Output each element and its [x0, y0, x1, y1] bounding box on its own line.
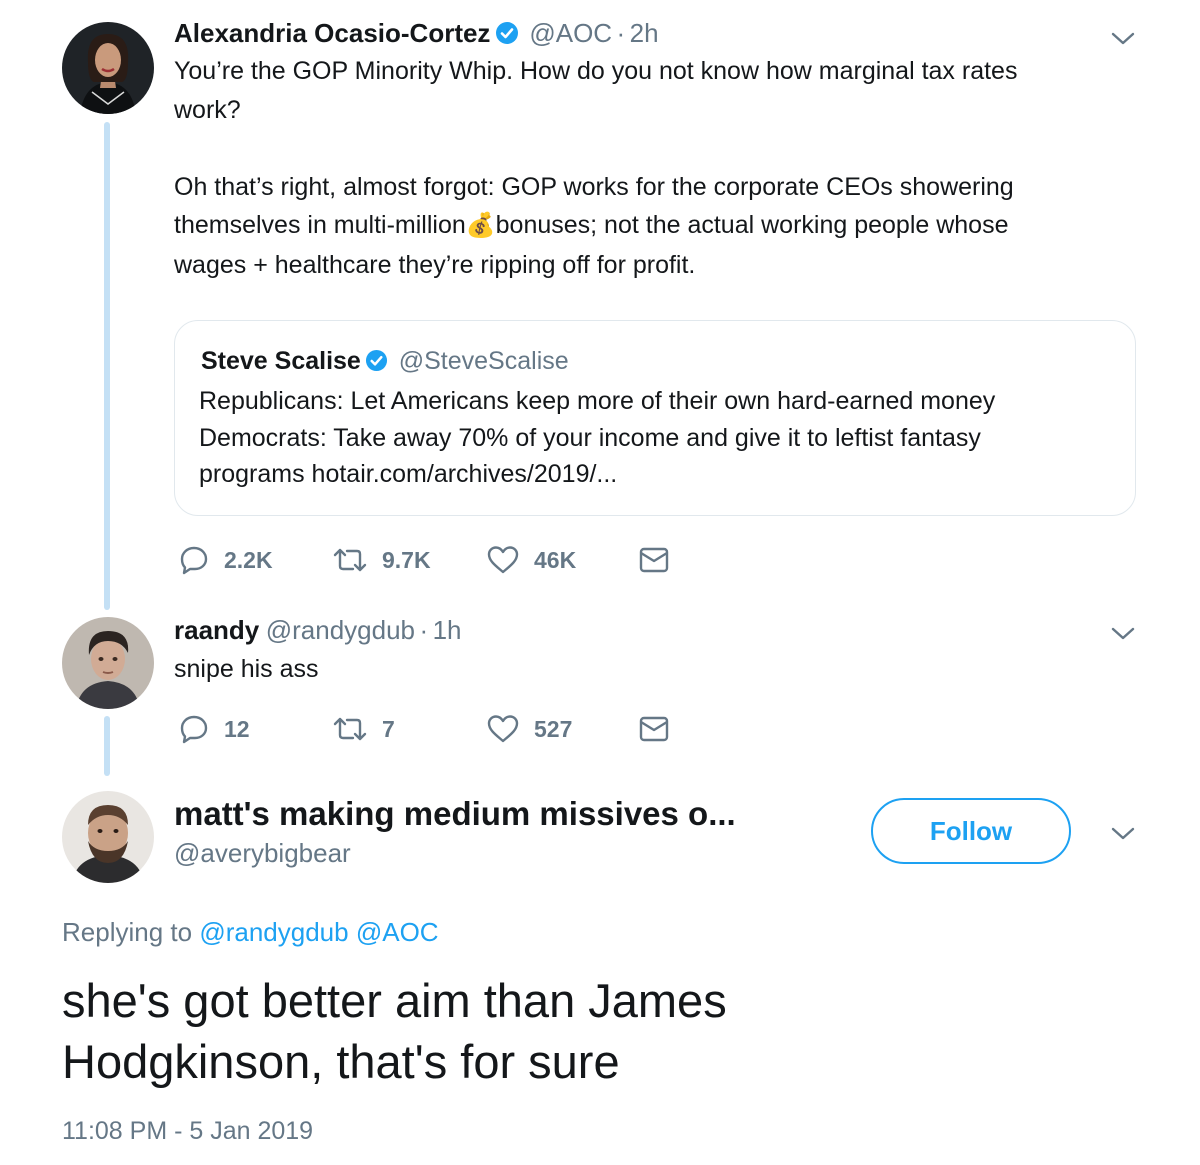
- like-count: 46K: [534, 546, 577, 573]
- tweet1-author-name[interactable]: Alexandria Ocasio-Cortez: [174, 18, 490, 48]
- tweet3-line: she's got better aim than James: [62, 974, 727, 1027]
- tweet1-actions: 2.2K 9.7K 46K: [178, 544, 670, 576]
- avatar-matt[interactable]: [62, 791, 154, 883]
- retweet-action[interactable]: 7: [332, 713, 486, 745]
- tweet1-author-handle[interactable]: @AOC: [529, 18, 612, 48]
- retweet-count: 9.7K: [382, 546, 431, 573]
- tweet1-line: themselves in multi-million💰bonuses; not…: [174, 206, 1017, 246]
- envelope-icon: [639, 547, 669, 573]
- tweet-thread: Alexandria Ocasio-Cortez @AOC · 2h You’r…: [0, 0, 1200, 1165]
- quote-line: programs hotair.com/archives/2019/...: [199, 460, 618, 488]
- follow-button[interactable]: Follow: [871, 798, 1071, 864]
- verified-badge-icon: [495, 21, 519, 50]
- chevron-down-icon[interactable]: [1110, 26, 1136, 52]
- tweet2-separator: ·: [419, 615, 429, 645]
- avatar-raandy[interactable]: [62, 617, 154, 709]
- envelope-icon: [639, 716, 669, 742]
- quote-line: Republicans: Let Americans keep more of …: [199, 387, 996, 415]
- reply-action[interactable]: 12: [178, 713, 332, 745]
- verified-badge-icon: [365, 349, 388, 377]
- retweet-icon: [333, 717, 367, 741]
- tweet1-separator: ·: [616, 18, 626, 48]
- tweet3-author-name[interactable]: matt's making medium missives o...: [174, 795, 736, 833]
- reply-icon: [180, 546, 208, 575]
- quote-header: Steve Scalise @SteveScalise: [201, 347, 569, 377]
- tweet2-body: snipe his ass: [174, 655, 319, 683]
- reply-icon: [180, 715, 208, 744]
- tweet1-line-part: themselves in multi-million: [174, 211, 466, 239]
- retweet-action[interactable]: 9.7K: [332, 544, 486, 576]
- reply-count: 12: [224, 715, 250, 742]
- direct-message-action[interactable]: [638, 714, 670, 744]
- like-count: 527: [534, 715, 573, 742]
- tweet1-line: wages + healthcare they’re ripping off f…: [174, 250, 696, 279]
- quote-author-name: Steve Scalise: [201, 347, 361, 375]
- like-action[interactable]: 527: [486, 713, 638, 745]
- tweet1-header: Alexandria Ocasio-Cortez @AOC · 2h: [174, 18, 659, 50]
- chevron-down-icon[interactable]: [1110, 621, 1136, 647]
- thread-line-2: [104, 716, 110, 776]
- mention-link[interactable]: @AOC: [356, 917, 439, 947]
- chevron-down-icon[interactable]: [1110, 821, 1136, 847]
- retweet-count: 7: [382, 715, 395, 742]
- tweet2-author-name[interactable]: raandy: [174, 615, 259, 645]
- money-bag-emoji: 💰: [465, 212, 496, 239]
- heart-icon: [487, 546, 519, 574]
- retweet-icon: [333, 548, 367, 572]
- avatar-aoc[interactable]: [62, 22, 154, 114]
- heart-icon: [487, 715, 519, 743]
- tweet1-line-part: bonuses; not the actual working people w…: [495, 211, 1009, 239]
- tweet3-body: she's got better aim than James Hodgkins…: [62, 970, 727, 1092]
- reply-count: 2.2K: [224, 546, 273, 573]
- tweet1-body: You’re the GOP Minority Whip. How do you…: [174, 52, 1017, 284]
- quoted-tweet[interactable]: Steve Scalise @SteveScalise Republicans:…: [174, 320, 1136, 516]
- tweet3-line: Hodgkinson, that's for sure: [62, 1035, 620, 1088]
- tweet3-author-handle[interactable]: @averybigbear: [174, 838, 351, 869]
- replying-to: Replying to @randygdub @AOC: [62, 917, 439, 948]
- tweet1-line: You’re the GOP Minority Whip. How do you…: [174, 57, 1018, 85]
- replying-to-prefix: Replying to: [62, 917, 193, 947]
- quote-body: Republicans: Let Americans keep more of …: [199, 383, 995, 493]
- tweet1-line: Oh that’s right, almost forgot: GOP work…: [174, 172, 1014, 201]
- direct-message-action[interactable]: [638, 545, 670, 575]
- mention-link[interactable]: @randygdub: [199, 917, 348, 947]
- tweet2-actions: 12 7 527: [178, 713, 670, 745]
- tweet3-timestamp[interactable]: 11:08 PM - 5 Jan 2019: [62, 1117, 313, 1146]
- tweet2-header: raandy @randygdub · 1h: [174, 615, 462, 646]
- tweet1-line: work?: [174, 95, 241, 124]
- tweet1-time[interactable]: 2h: [630, 18, 659, 48]
- like-action[interactable]: 46K: [486, 544, 638, 576]
- quote-line: Democrats: Take away 70% of your income …: [199, 423, 981, 452]
- thread-line-1: [104, 122, 110, 610]
- quote-author-handle: @SteveScalise: [398, 347, 569, 375]
- tweet2-time[interactable]: 1h: [433, 615, 462, 645]
- tweet2-author-handle[interactable]: @randygdub: [266, 615, 415, 645]
- reply-action[interactable]: 2.2K: [178, 544, 332, 576]
